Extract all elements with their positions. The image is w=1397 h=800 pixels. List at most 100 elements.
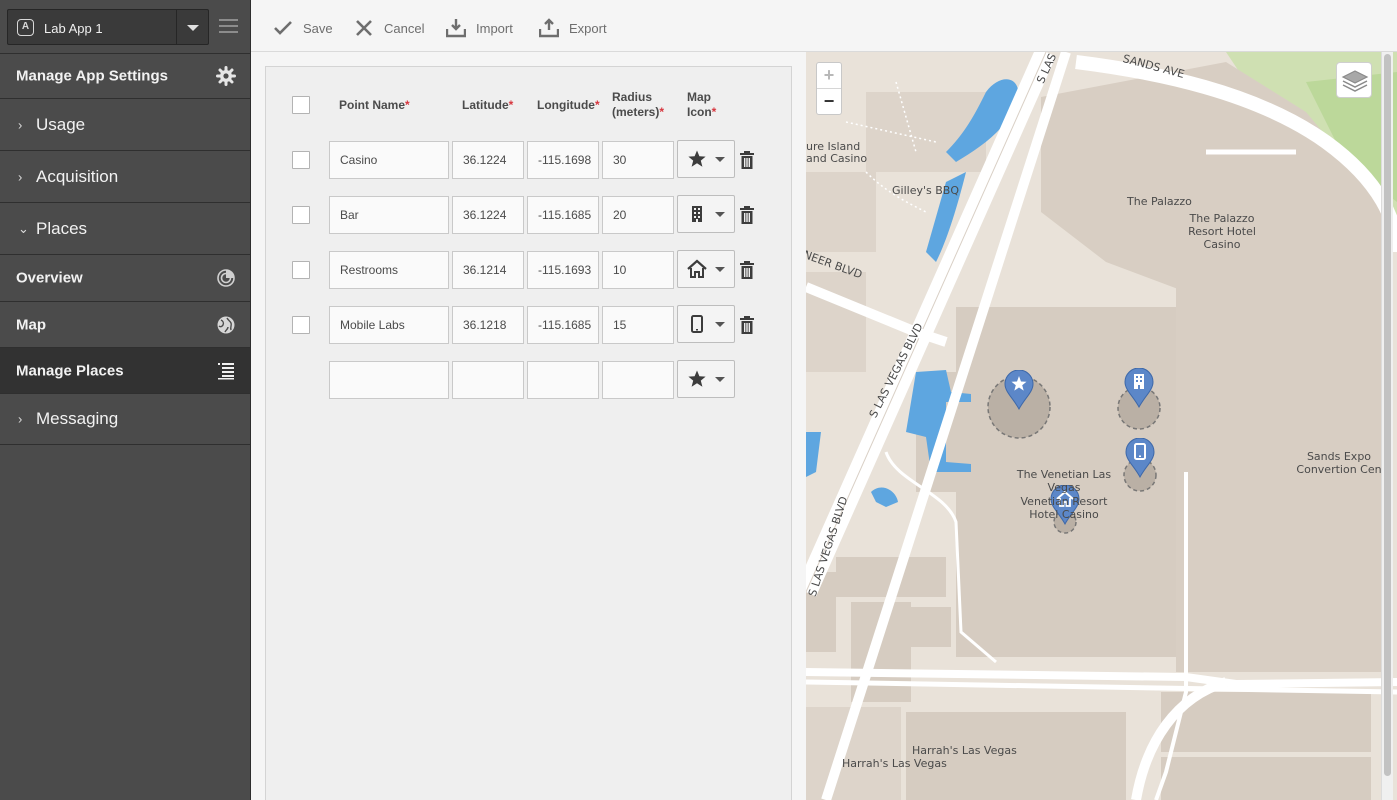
sidebar: A Lab App 1 Manage App Settings › Usage …	[0, 0, 251, 800]
phone-icon	[691, 315, 703, 333]
sidebar-item-label: Map	[16, 316, 46, 333]
point-name-input[interactable]: Restrooms	[329, 251, 449, 289]
sidebar-item-manage-app-settings[interactable]: Manage App Settings	[0, 53, 250, 98]
app-name: Lab App 1	[44, 21, 103, 36]
scrollbar-thumb[interactable]	[1384, 54, 1391, 776]
sidebar-item-label: Messaging	[36, 409, 119, 428]
places-form-panel: Point Name* Latitude* Longitude* Radius(…	[265, 66, 792, 800]
mobile-labs-marker-phone-icon[interactable]	[1125, 438, 1155, 478]
delete-row-trash-icon[interactable]	[739, 206, 755, 224]
new-point-name-input[interactable]	[329, 361, 449, 399]
radius-input[interactable]: 30	[602, 141, 674, 179]
sidebar-item-label: Manage Places	[16, 362, 124, 379]
sidebar-item-label: Usage	[36, 114, 86, 134]
radius-input[interactable]: 15	[602, 306, 674, 344]
chevron-right-icon: ›	[18, 169, 23, 184]
home-icon	[687, 259, 707, 278]
import-button[interactable]: Import	[446, 16, 513, 40]
point-name-input[interactable]: Casino	[329, 141, 449, 179]
export-label: Export	[569, 20, 607, 36]
zoom-in-button[interactable]: +	[817, 63, 841, 89]
chevron-down-icon	[715, 377, 725, 382]
sidebar-item-messaging[interactable]: › Messaging	[0, 393, 250, 445]
map-label-poi: Sands Expo Convertion Cen	[1296, 450, 1382, 476]
building-icon	[692, 206, 702, 222]
map-icon-select[interactable]	[677, 140, 735, 178]
zoom-out-button[interactable]: −	[817, 89, 841, 115]
sidebar-item-label: Manage App Settings	[16, 67, 168, 85]
checkmark-icon	[274, 21, 292, 35]
map-label-poi: and Casino	[806, 152, 868, 165]
sidebar-item-label: Places	[36, 218, 88, 238]
map-label-poi: Harrah's Las Vegas	[842, 757, 947, 770]
overview-icon	[217, 269, 235, 287]
sidebar-item-label: Overview	[16, 269, 83, 287]
chevron-right-icon: ›	[18, 411, 23, 427]
radius-input[interactable]: 20	[602, 196, 674, 234]
row-checkbox[interactable]	[292, 206, 310, 224]
longitude-input[interactable]: -115.1693	[527, 251, 599, 289]
app-selector-dropdown[interactable]	[176, 10, 208, 44]
cancel-button[interactable]: Cancel	[354, 16, 424, 40]
close-icon	[356, 20, 372, 36]
sidebar-item-label: Acquisition	[36, 166, 119, 186]
sidebar-item-overview[interactable]: Overview	[0, 254, 250, 301]
new-longitude-input[interactable]	[527, 361, 599, 399]
header-latitude: Latitude*	[462, 98, 514, 112]
hamburger-menu-icon[interactable]	[219, 19, 238, 34]
chevron-right-icon: ›	[18, 117, 23, 132]
map-layers-button[interactable]	[1336, 62, 1372, 98]
longitude-input[interactable]: -115.1685	[527, 306, 599, 344]
row-checkbox[interactable]	[292, 151, 310, 169]
map-icon-select[interactable]	[677, 250, 735, 288]
chevron-down-icon	[715, 212, 725, 217]
app-selector[interactable]: A Lab App 1	[7, 9, 209, 45]
delete-row-trash-icon[interactable]	[739, 151, 755, 169]
new-map-icon-select[interactable]	[677, 360, 735, 398]
globe-icon	[217, 316, 235, 333]
sidebar-item-manage-places[interactable]: Manage Places	[0, 347, 250, 393]
list-icon	[218, 362, 234, 379]
map-icon-select[interactable]	[677, 305, 735, 343]
export-button[interactable]: Export	[539, 16, 607, 40]
sidebar-item-map[interactable]: Map	[0, 301, 250, 347]
toolbar: Save Cancel Import Export	[251, 0, 1397, 52]
map-label-poi: Venetian Resort Hotel Casino	[1020, 495, 1108, 521]
sidebar-item-places[interactable]: ⌄ Places	[0, 202, 250, 254]
import-icon	[446, 19, 466, 38]
app-logo-icon: A	[17, 19, 34, 36]
star-icon	[688, 370, 706, 387]
map-icon-select[interactable]	[677, 195, 735, 233]
delete-row-trash-icon[interactable]	[739, 316, 755, 334]
places-map[interactable]: SANDS AVE S LAS ure Island and Casino Gi…	[806, 52, 1397, 800]
casino-marker-star-icon[interactable]	[1004, 370, 1034, 410]
point-name-input[interactable]: Mobile Labs	[329, 306, 449, 344]
chevron-down-icon	[715, 322, 725, 327]
save-button[interactable]: Save	[273, 16, 333, 40]
row-checkbox[interactable]	[292, 261, 310, 279]
import-label: Import	[476, 20, 513, 36]
bar-marker-building-icon[interactable]	[1124, 368, 1154, 408]
new-radius-input[interactable]	[602, 361, 674, 399]
map-scrollbar[interactable]	[1381, 52, 1393, 800]
header-point-name: Point Name*	[339, 98, 410, 112]
latitude-input[interactable]: 36.1218	[452, 306, 524, 344]
export-icon	[539, 18, 559, 38]
new-latitude-input[interactable]	[452, 361, 524, 399]
sidebar-item-usage[interactable]: › Usage	[0, 98, 250, 150]
latitude-input[interactable]: 36.1224	[452, 196, 524, 234]
row-checkbox[interactable]	[292, 316, 310, 334]
longitude-input[interactable]: -115.1698	[527, 141, 599, 179]
select-all-checkbox[interactable]	[292, 96, 310, 114]
sidebar-item-acquisition[interactable]: › Acquisition	[0, 150, 250, 202]
point-name-input[interactable]: Bar	[329, 196, 449, 234]
latitude-input[interactable]: 36.1214	[452, 251, 524, 289]
latitude-input[interactable]: 36.1224	[452, 141, 524, 179]
delete-row-trash-icon[interactable]	[739, 261, 755, 279]
radius-input[interactable]: 10	[602, 251, 674, 289]
header-map-icon: Map Icon*	[687, 90, 717, 119]
app-bar: A Lab App 1	[0, 0, 250, 53]
chevron-down-icon	[187, 25, 199, 31]
gear-icon	[216, 66, 236, 86]
longitude-input[interactable]: -115.1685	[527, 196, 599, 234]
